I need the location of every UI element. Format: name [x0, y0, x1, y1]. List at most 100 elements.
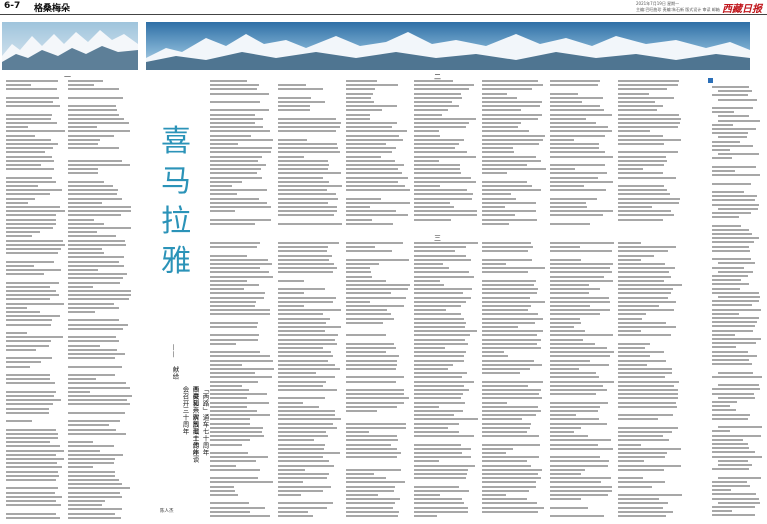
text-line	[278, 317, 330, 320]
text-line	[68, 441, 93, 444]
text-line	[68, 201, 103, 204]
text-line	[6, 243, 65, 246]
text-line	[68, 285, 94, 288]
text-line	[210, 351, 261, 354]
text-line	[712, 447, 750, 450]
text-line	[6, 323, 52, 326]
text-line	[712, 94, 748, 97]
text-line	[68, 96, 123, 99]
text-line	[482, 246, 534, 249]
text-line	[712, 321, 758, 324]
text-line	[712, 312, 739, 315]
text-line	[6, 458, 64, 460]
text-line	[618, 384, 674, 387]
text-line	[712, 359, 750, 361]
text-line	[718, 115, 750, 118]
text-line	[414, 250, 456, 253]
text-line	[68, 306, 120, 309]
text-line	[550, 284, 590, 286]
text-column	[550, 0, 614, 520]
text-line	[550, 435, 588, 438]
text-line	[550, 439, 611, 442]
text-line	[210, 284, 259, 286]
text-line	[346, 321, 384, 324]
text-line	[712, 405, 731, 408]
text-line	[550, 494, 609, 496]
text-line	[618, 485, 653, 488]
text-line	[210, 410, 258, 412]
text-line	[210, 246, 257, 249]
text-line	[618, 515, 667, 517]
text-line	[68, 462, 115, 465]
text-line	[414, 355, 464, 358]
text-line	[414, 363, 454, 366]
text-line	[550, 300, 610, 303]
text-line	[68, 122, 129, 124]
text-line	[278, 414, 336, 417]
text-line	[278, 263, 334, 265]
text-line	[712, 233, 752, 235]
text-line	[68, 445, 114, 448]
text-line	[68, 109, 118, 112]
text-line	[346, 515, 399, 517]
text-line	[482, 271, 528, 274]
text-line	[550, 242, 614, 244]
text-line	[482, 296, 530, 299]
text-line	[712, 438, 743, 441]
text-line	[278, 426, 337, 429]
text-line	[712, 308, 762, 311]
text-line	[550, 515, 604, 517]
text-line	[618, 263, 666, 265]
text-line	[6, 227, 53, 229]
text-line	[68, 319, 120, 322]
text-line	[210, 431, 262, 433]
text-line	[346, 468, 401, 471]
text-line	[482, 305, 531, 307]
text-line	[618, 464, 681, 467]
text-line	[6, 218, 56, 221]
text-line	[414, 456, 472, 459]
text-line	[68, 466, 94, 469]
text-line	[482, 393, 540, 396]
text-line	[712, 111, 734, 114]
text-line	[618, 418, 659, 421]
text-line	[718, 98, 757, 101]
text-line	[6, 495, 63, 498]
text-line	[278, 305, 304, 307]
text-line	[278, 279, 304, 282]
text-line	[6, 122, 57, 124]
text-line	[278, 477, 327, 480]
text-line	[6, 222, 57, 225]
text-line	[6, 134, 35, 137]
text-line	[68, 420, 120, 423]
text-line	[712, 342, 757, 345]
text-line	[414, 275, 475, 278]
text-line	[278, 338, 335, 341]
text-line	[346, 389, 404, 391]
text-line	[6, 462, 57, 465]
text-line	[414, 330, 477, 333]
text-line	[550, 443, 598, 446]
text-line	[6, 332, 28, 334]
text-line	[278, 363, 336, 366]
text-line	[414, 418, 478, 421]
text-line	[618, 468, 664, 471]
text-line	[618, 271, 670, 274]
text-line	[712, 300, 759, 303]
text-line	[278, 473, 329, 475]
text-line	[718, 262, 755, 265]
text-line	[210, 393, 267, 396]
text-line	[6, 361, 42, 364]
text-line	[346, 435, 398, 438]
text-line	[414, 401, 466, 404]
text-line	[346, 443, 391, 446]
poem-title: 喜 马 拉 雅	[148, 122, 204, 282]
text-line	[618, 439, 669, 442]
text-line	[618, 313, 647, 316]
text-line	[278, 254, 332, 257]
text-line	[618, 275, 672, 278]
text-line	[712, 86, 749, 88]
text-line	[210, 426, 263, 429]
text-line	[68, 458, 115, 460]
text-line	[6, 269, 62, 271]
